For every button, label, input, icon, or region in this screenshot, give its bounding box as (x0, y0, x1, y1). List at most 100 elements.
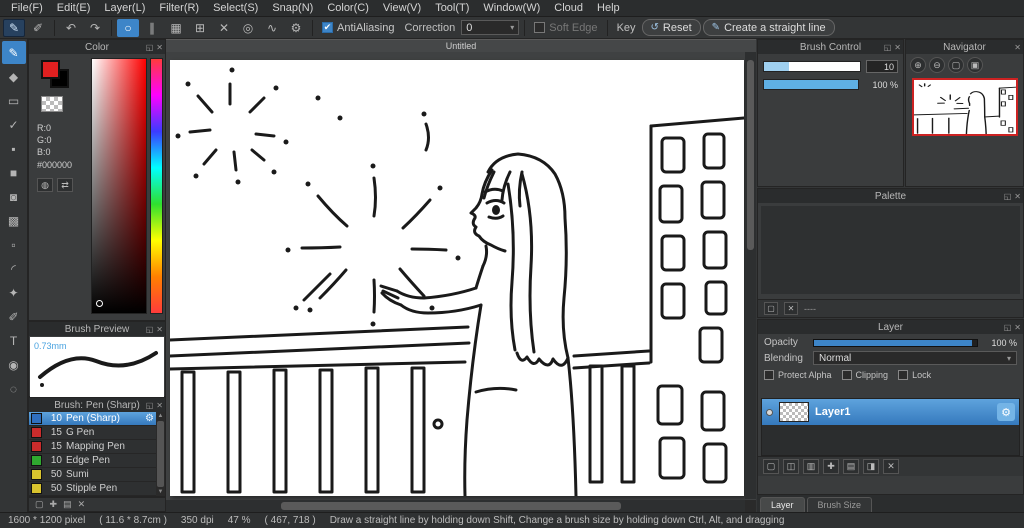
brush-folder-icon[interactable]: ▤ (63, 499, 72, 510)
brush-item-sumi[interactable]: 50 Sumi (29, 468, 156, 482)
tool-draw[interactable]: ✓ (2, 113, 26, 136)
canvas-horizontal-scrollbar[interactable] (166, 500, 745, 512)
snap-settings-button[interactable]: ⚙ (285, 19, 307, 37)
hue-slider[interactable] (150, 58, 163, 314)
tool-fill[interactable]: ■ (2, 161, 26, 184)
tool-magic-wand[interactable]: ✦ (2, 281, 26, 304)
brush-item-pen-sharp[interactable]: 10 Pen (Sharp) ⚙ (29, 412, 156, 426)
scroll-up-icon[interactable]: ▲ (158, 412, 164, 420)
zoom-out-icon[interactable]: ⊖ (929, 57, 945, 73)
tool-lasso[interactable]: ◜ (2, 257, 26, 280)
delete-brush-icon[interactable]: ✕ (78, 499, 86, 510)
layer-row-layer1[interactable]: Layer1 ⚙ (762, 399, 1019, 425)
correction-dropdown[interactable]: 0 ▾ (461, 20, 520, 35)
tool-eraser[interactable]: ◆ (2, 65, 26, 88)
color-panel-header[interactable]: Color ◱ ✕ (29, 40, 165, 54)
create-straight-line-button[interactable]: ✎ Create a straight line (702, 19, 835, 36)
redo-button[interactable]: ↷ (84, 19, 106, 37)
snap-curve-button[interactable]: ∿ (261, 19, 283, 37)
brush-control-header[interactable]: Brush Control ◱ ✕ (758, 40, 903, 54)
canvas-vertical-scrollbar[interactable] (745, 52, 756, 499)
transparent-color-swatch[interactable] (41, 96, 63, 112)
layer-panel-header[interactable]: Layer ◱ ✕ (758, 320, 1023, 334)
palette-header[interactable]: Palette ◱ ✕ (758, 189, 1023, 203)
scrollbar-thumb[interactable] (281, 502, 621, 510)
popout-icon[interactable]: ◱ (146, 325, 154, 334)
undo-button[interactable]: ↶ (60, 19, 82, 37)
scrollbar-thumb[interactable] (747, 60, 754, 250)
brush-item-g-pen[interactable]: 15 G Pen (29, 426, 156, 440)
brush-list-scrollbar[interactable]: ▲ ▼ (156, 412, 165, 496)
scrollbar-thumb[interactable] (157, 421, 164, 487)
close-icon[interactable]: ✕ (156, 401, 163, 410)
foreground-color-swatch[interactable] (41, 60, 60, 79)
menu-filter[interactable]: Filter(R) (152, 0, 206, 16)
menu-edit[interactable]: Edit(E) (50, 0, 98, 16)
sv-cursor[interactable] (96, 300, 103, 307)
tool-select[interactable]: ▫ (2, 233, 26, 256)
menu-view[interactable]: View(V) (376, 0, 428, 16)
popout-icon[interactable]: ◱ (1004, 323, 1012, 332)
snap-off-button[interactable]: ○ (117, 18, 139, 37)
navigator-header[interactable]: Navigator ✕ (906, 40, 1023, 54)
brush-item-mapping-pen[interactable]: 15 Mapping Pen (29, 440, 156, 454)
tool-bucket[interactable]: ◙ (2, 185, 26, 208)
menu-file[interactable]: File(F) (4, 0, 50, 16)
brush-preview-header[interactable]: Brush Preview ◱ ✕ (29, 322, 165, 336)
merge-layer-button[interactable]: ▥ (803, 459, 819, 474)
popout-icon[interactable]: ◱ (146, 43, 154, 52)
brush-list-header[interactable]: Brush: Pen (Sharp) ◱ ✕ (29, 398, 165, 412)
close-icon[interactable]: ✕ (156, 43, 163, 52)
tool-hand[interactable]: ◉ (2, 353, 26, 376)
scroll-down-icon[interactable]: ▼ (158, 488, 164, 496)
tool-rect[interactable]: ▭ (2, 89, 26, 112)
snap-vanishing-button[interactable]: ✕ (213, 19, 235, 37)
combine-layer-button[interactable]: ◨ (863, 459, 879, 474)
actual-size-icon[interactable]: ▣ (967, 57, 983, 73)
palette-swatches-area[interactable] (761, 206, 1020, 294)
color-wheel-button[interactable]: ◍ (37, 178, 53, 192)
antialiasing-checkbox[interactable]: ✔ AntiAliasing (318, 22, 398, 34)
add-layer-button[interactable]: ▢ (763, 459, 779, 474)
layer-settings-icon[interactable]: ⚙ (997, 403, 1015, 421)
menu-select[interactable]: Select(S) (206, 0, 265, 16)
brush-settings-icon[interactable]: ⚙ (145, 413, 154, 424)
menu-cloud[interactable]: Cloud (547, 0, 590, 16)
tool-text[interactable]: T (2, 329, 26, 352)
brush-item-stipple-pen[interactable]: 50 Stipple Pen (29, 482, 156, 496)
menu-layer[interactable]: Layer(L) (97, 0, 152, 16)
clipping-checkbox[interactable]: Clipping (841, 370, 888, 380)
close-icon[interactable]: ✕ (1014, 192, 1021, 201)
navigator-thumbnail[interactable] (911, 78, 1018, 136)
close-icon[interactable]: ✕ (156, 325, 163, 334)
protect-alpha-checkbox[interactable]: Protect Alpha (764, 370, 832, 380)
folder-button[interactable]: ▤ (843, 459, 859, 474)
saturation-value-picker[interactable] (91, 58, 147, 314)
duplicate-layer-button[interactable]: ◫ (783, 459, 799, 474)
popout-icon[interactable]: ◱ (1004, 192, 1012, 201)
menu-help[interactable]: Help (590, 0, 627, 16)
tool-dot[interactable]: ▪ (2, 137, 26, 160)
tool-brush[interactable]: ✎ (1, 41, 26, 64)
menu-snap[interactable]: Snap(N) (265, 0, 320, 16)
soft-edge-checkbox[interactable]: Soft Edge (530, 22, 601, 34)
add-palette-color-icon[interactable]: ▢ (764, 302, 778, 315)
layer-visibility-icon[interactable] (766, 408, 773, 416)
menu-color[interactable]: Color(C) (320, 0, 376, 16)
snap-grid-button[interactable]: ▦ (165, 19, 187, 37)
delete-palette-color-icon[interactable]: ✕ (784, 302, 798, 315)
layer-opacity-slider[interactable] (813, 338, 978, 347)
snap-parallel-button[interactable]: ∥ (141, 19, 163, 37)
add-folder-button[interactable]: ✚ (823, 459, 839, 474)
drawing-canvas[interactable] (168, 60, 746, 498)
tool-select-pen[interactable]: ✐ (2, 305, 26, 328)
pen-mode-button[interactable]: ✐ (27, 19, 49, 37)
popout-icon[interactable]: ◱ (146, 401, 154, 410)
tab-layer[interactable]: Layer (760, 497, 805, 512)
delete-layer-button[interactable]: ✕ (883, 459, 899, 474)
reset-button[interactable]: ↺ Reset (641, 19, 701, 36)
new-brush-icon[interactable]: ▢ (35, 499, 44, 510)
fit-window-icon[interactable]: ▢ (948, 57, 964, 73)
blending-dropdown[interactable]: Normal ▾ (813, 351, 1017, 365)
add-brush-icon[interactable]: ✚ (50, 499, 58, 510)
